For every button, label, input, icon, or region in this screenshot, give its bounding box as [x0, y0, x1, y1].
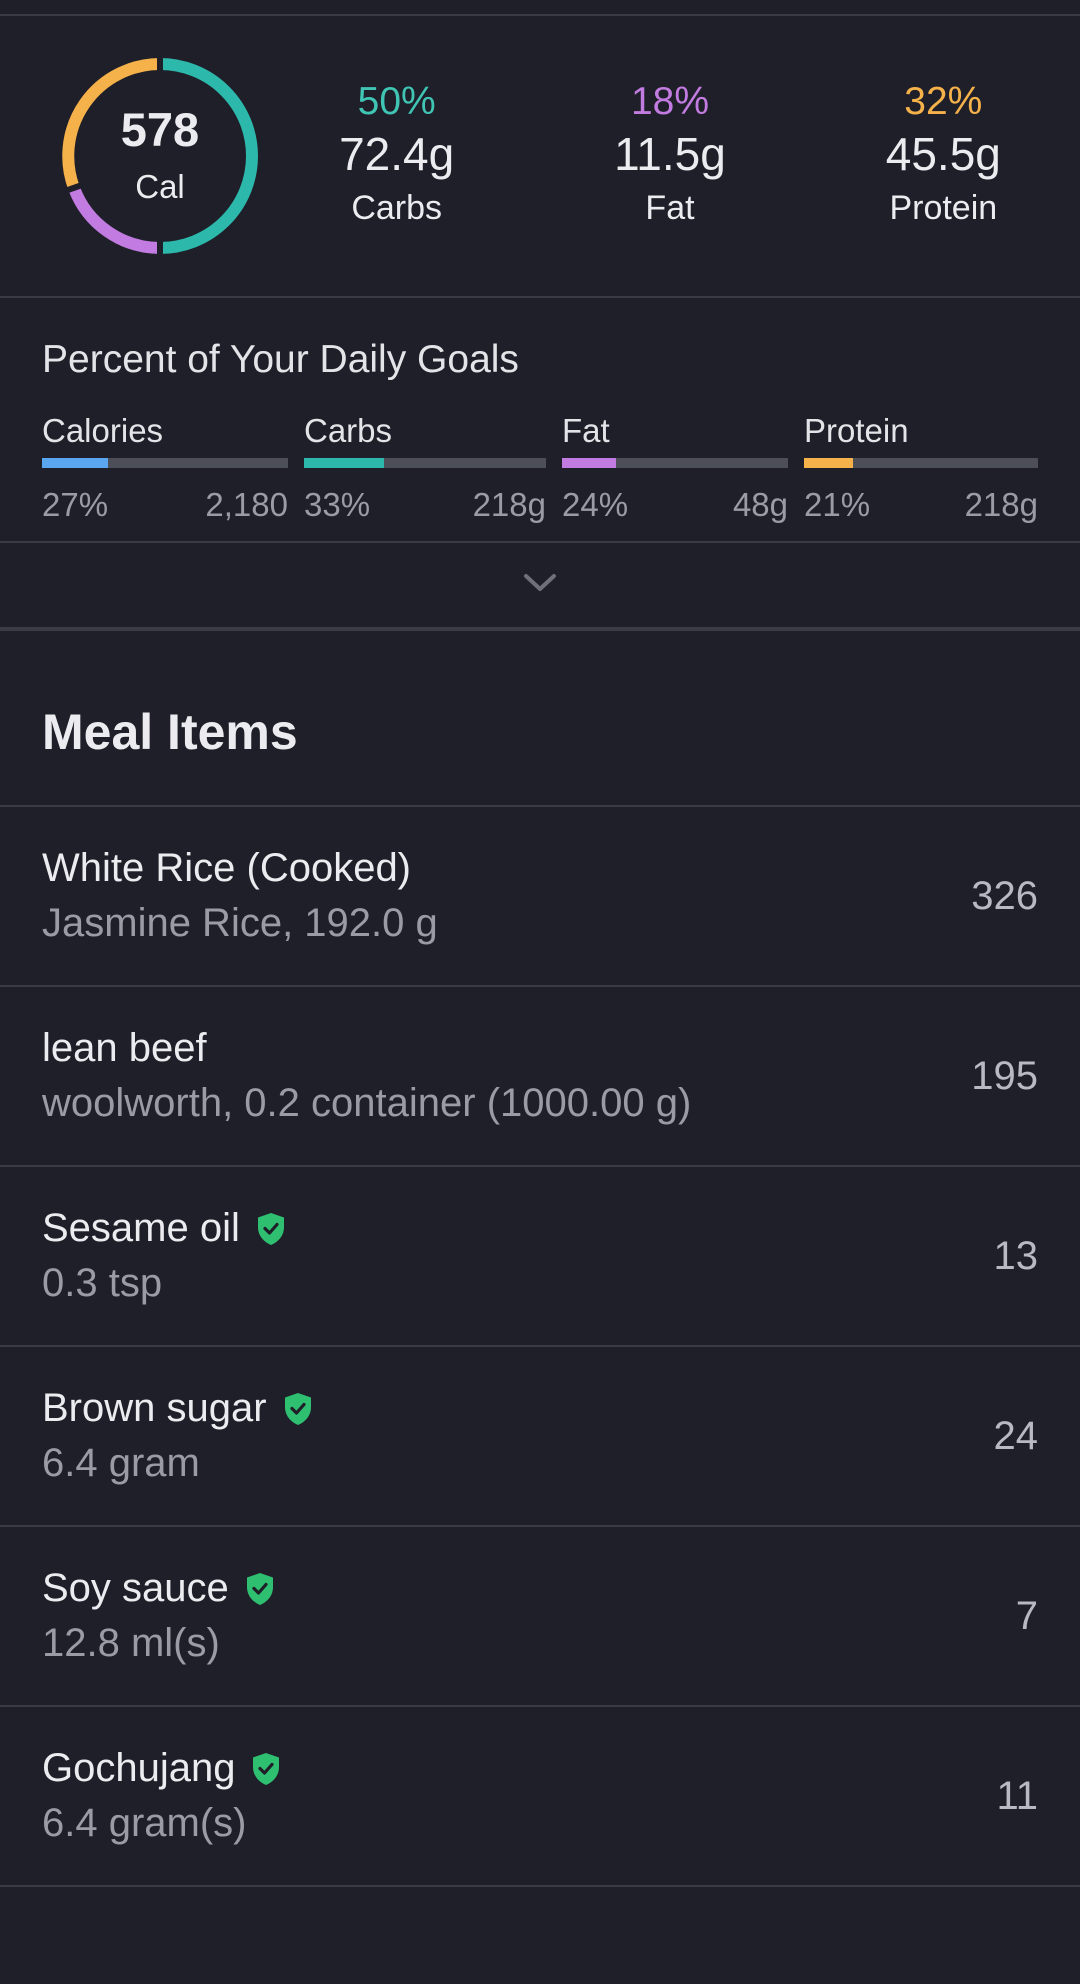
macro-breakdown: 50% 72.4g Carbs 18% 11.5g Fat 32% 45.5g …	[260, 78, 1080, 234]
macro-carbs-amount: 72.4g	[339, 128, 455, 180]
meal-item-calories: 326	[971, 873, 1038, 918]
goal-calories-percent: 27%	[42, 486, 109, 523]
goal-fat-target: 48g	[732, 486, 788, 523]
meal-item-name: Sesame oil	[42, 1206, 240, 1250]
calorie-ring: 578 Cal	[60, 56, 260, 256]
meal-item-calories: 7	[1015, 1593, 1038, 1638]
goal-fat-bar	[562, 458, 788, 468]
goal-carbs-percent: 33%	[304, 486, 371, 523]
daily-goals-title: Percent of Your Daily Goals	[42, 338, 519, 381]
macro-fat: 18% 11.5g Fat	[533, 78, 806, 234]
goal-calories-bar	[42, 458, 288, 468]
meal-item-description: 6.4 gram	[42, 1441, 200, 1485]
goal-protein-bar-fill	[804, 458, 854, 468]
goal-protein: Protein 21% 218g	[804, 412, 1038, 524]
macro-protein-percent: 32%	[904, 80, 983, 123]
macro-protein: 32% 45.5g Protein	[807, 78, 1080, 234]
verified-shield-icon	[251, 1752, 281, 1786]
meal-item-description: 12.8 ml(s)	[42, 1621, 220, 1665]
goal-calories-target: 2,180	[205, 486, 288, 523]
goal-carbs-bar-fill	[304, 458, 384, 468]
goal-protein-name: Protein	[804, 412, 909, 449]
goal-carbs-bar	[304, 458, 546, 468]
macro-protein-label: Protein	[889, 189, 998, 227]
meal-item-name: Brown sugar	[42, 1386, 267, 1430]
meal-item[interactable]: Sesame oil 0.3 tsp 13	[0, 1167, 1080, 1347]
macro-summary: 578 Cal 50% 72.4g Carbs 18% 11.5g Fat 32…	[0, 16, 1080, 298]
goal-fat: Fat 24% 48g	[562, 412, 788, 524]
verified-shield-icon	[283, 1392, 313, 1426]
macro-protein-amount: 45.5g	[885, 128, 1001, 180]
meal-item-calories: 13	[993, 1233, 1039, 1278]
chevron-down-icon	[523, 573, 557, 598]
goal-calories-name: Calories	[42, 412, 164, 449]
meal-item[interactable]: lean beef woolworth, 0.2 container (1000…	[0, 987, 1080, 1167]
macro-fat-label: Fat	[645, 189, 695, 227]
meal-item[interactable]: White Rice (Cooked) Jasmine Rice, 192.0 …	[0, 807, 1080, 987]
goal-calories: Calories 27% 2,180	[42, 412, 288, 524]
calories-unit: Cal	[135, 168, 185, 205]
meal-item[interactable]: Soy sauce 12.8 ml(s) 7	[0, 1527, 1080, 1707]
macro-fat-percent: 18%	[630, 80, 710, 123]
verified-shield-icon	[245, 1572, 275, 1606]
goal-protein-bar	[804, 458, 1038, 468]
calories-total: 578	[120, 103, 200, 156]
goal-fat-name: Fat	[562, 412, 610, 449]
daily-goals: Percent of Your Daily Goals Calories 27%…	[0, 298, 1080, 543]
goal-carbs-target: 218g	[472, 486, 546, 523]
meal-item-calories: 11	[996, 1773, 1038, 1818]
meal-item-description: 6.4 gram(s)	[42, 1801, 247, 1845]
meal-item-description: woolworth, 0.2 container (1000.00 g)	[42, 1081, 692, 1125]
meal-item-description: Jasmine Rice, 192.0 g	[42, 901, 438, 945]
meal-item[interactable]: Brown sugar 6.4 gram 24	[0, 1347, 1080, 1527]
meal-item-name: Soy sauce	[42, 1566, 229, 1610]
goal-calories-bar-fill	[42, 458, 109, 468]
meal-item-name: Gochujang	[42, 1746, 236, 1790]
meal-item-calories: 24	[993, 1413, 1039, 1458]
verified-shield-icon	[256, 1212, 286, 1246]
macro-carbs-percent: 50%	[357, 80, 436, 123]
meal-item[interactable]: Gochujang 6.4 gram(s) 11	[0, 1707, 1080, 1887]
expand-goals-button[interactable]	[0, 543, 1080, 631]
meal-item-name: lean beef	[42, 1026, 207, 1070]
goal-protein-target: 218g	[964, 486, 1038, 523]
goal-carbs: Carbs 33% 218g	[304, 412, 546, 524]
macro-carbs: 50% 72.4g Carbs	[260, 78, 533, 234]
meal-item-description: 0.3 tsp	[42, 1261, 163, 1305]
goal-protein-percent: 21%	[804, 486, 871, 523]
macro-carbs-label: Carbs	[351, 189, 443, 227]
macro-fat-amount: 11.5g	[614, 128, 726, 180]
meal-items-list: White Rice (Cooked) Jasmine Rice, 192.0 …	[0, 807, 1080, 1887]
goal-fat-percent: 24%	[562, 486, 629, 523]
goal-fat-bar-fill	[562, 458, 617, 468]
meal-item-calories: 195	[971, 1053, 1038, 1098]
meal-item-name: White Rice (Cooked)	[42, 846, 412, 890]
goal-carbs-name: Carbs	[304, 412, 393, 449]
meal-items-title: Meal Items	[0, 631, 1080, 807]
